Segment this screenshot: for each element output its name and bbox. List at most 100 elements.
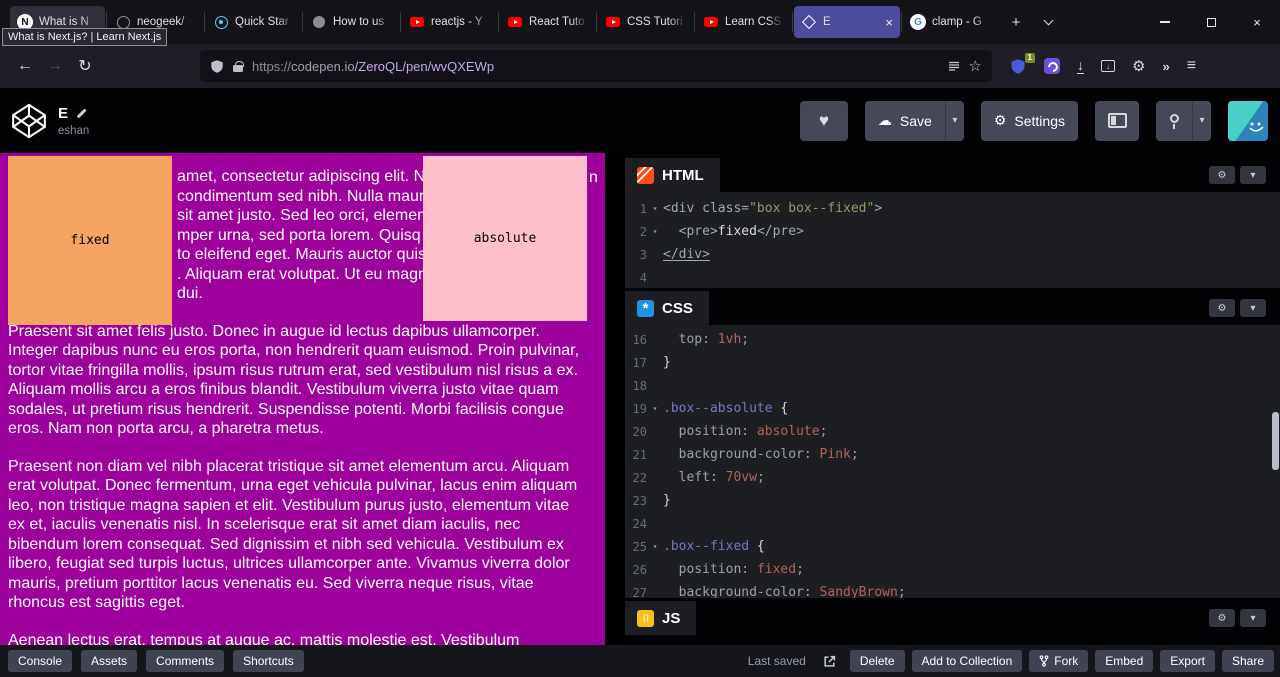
fold-arrow[interactable]: ▾ [647, 542, 663, 551]
fold-arrow[interactable]: ▾ [647, 404, 663, 413]
line-number: 1 [625, 202, 647, 216]
edit-title-pencil-icon[interactable] [77, 108, 87, 118]
save-dropdown-button[interactable]: ▾ [945, 101, 964, 141]
tab-list-button[interactable] [1035, 9, 1061, 35]
code-text: } [663, 493, 671, 508]
line-number: 3 [625, 248, 647, 262]
split-gutter[interactable] [605, 153, 625, 645]
footer-button-label: Share [1232, 654, 1264, 668]
html-editor-collapse-button[interactable]: ▾ [1240, 166, 1266, 184]
forward-button[interactable]: → [40, 51, 70, 81]
code-text: <div class="box box--fixed"> [663, 201, 882, 216]
reload-button[interactable]: ↻ [70, 51, 100, 81]
footer-button-label: Embed [1105, 654, 1143, 668]
html-editor-tab[interactable]: HTML [625, 158, 720, 192]
tab-close-button[interactable]: × [883, 15, 893, 30]
tab-title: CSS Tutori [627, 16, 686, 28]
code-text: top: 1vh; [663, 332, 749, 347]
js-editor-collapse-button[interactable]: ▾ [1240, 609, 1266, 627]
user-avatar[interactable] [1228, 101, 1268, 141]
downloads-icon[interactable]: ↓ [1077, 58, 1084, 74]
css-code-area[interactable]: 16 top: 1vh;17}1819▾.box--absolute {20 p… [625, 325, 1280, 598]
save-button[interactable]: ☁ Save [865, 101, 945, 141]
code-line: 16 top: 1vh; [625, 328, 1280, 351]
code-line: 3 </div> [625, 243, 1280, 266]
window-maximize-button[interactable] [1188, 0, 1234, 44]
footer-comments-button[interactable]: Comments [146, 650, 224, 672]
ublock-extension-icon[interactable]: 1 [1010, 58, 1027, 75]
code-text: </div> [663, 247, 710, 262]
fold-arrow[interactable]: ▾ [647, 204, 663, 213]
pin-button[interactable] [1156, 101, 1192, 141]
browser-tab-5[interactable]: reactjs - Y [402, 6, 497, 38]
footer-console-button[interactable]: Console [8, 650, 72, 672]
browser-tab-9[interactable]: E× [794, 6, 900, 38]
fork-icon [1039, 655, 1049, 667]
window-minimize-button[interactable] [1142, 0, 1188, 44]
editor-scrollbar-thumb[interactable] [1272, 412, 1279, 470]
extension-box-icon[interactable]: ↓ [1101, 60, 1115, 72]
codepen-logo[interactable] [10, 102, 48, 140]
code-line: 25▾.box--fixed { [625, 535, 1280, 558]
footer-assets-button[interactable]: Assets [81, 650, 137, 672]
text-line: Integer dapibus nunc eu eros porta, non … [8, 341, 595, 361]
css-editor-settings-button[interactable]: ⚙ [1209, 299, 1235, 317]
settings-button[interactable]: ⚙ Settings [981, 101, 1078, 141]
window-close-button[interactable]: × [1234, 0, 1280, 44]
footer-embed-button[interactable]: Embed [1095, 650, 1153, 672]
text-line: mauris, pretium porttitor lacus venenati… [8, 574, 595, 594]
back-button[interactable]: ← [10, 51, 40, 81]
footer-add-to-collection-button[interactable]: Add to Collection [912, 650, 1023, 672]
browser-tab-6[interactable]: React Tuto [500, 6, 595, 38]
new-tab-button[interactable]: + [1003, 9, 1029, 35]
js-editor-tab[interactable]: ( )JS [625, 601, 696, 635]
css-editor-tab[interactable]: *CSS [625, 291, 709, 325]
like-button[interactable]: ♥ [800, 101, 848, 141]
browser-tab-8[interactable]: Learn CSS [696, 6, 791, 38]
tab-title: Learn CSS [725, 16, 784, 28]
pen-author: eshan [58, 125, 89, 137]
css-editor-collapse-button[interactable]: ▾ [1240, 299, 1266, 317]
toolbar-overflow-icon[interactable]: » [1162, 59, 1169, 74]
pin-dropdown-button[interactable]: ▾ [1192, 101, 1211, 141]
url-text[interactable]: https://codepen.io/ZeroQL/pen/wvQXEWp [252, 59, 939, 74]
line-number: 16 [625, 333, 647, 347]
code-line: 20 position: absolute; [625, 420, 1280, 443]
footer-share-button[interactable]: Share [1222, 650, 1274, 672]
html-code-area[interactable]: 1▾<div class="box box--fixed">2▾ <pre>fi… [625, 192, 1280, 288]
hamburger-menu-icon[interactable]: ≡ [1187, 57, 1196, 75]
browser-tab-7[interactable]: CSS Tutori [598, 6, 693, 38]
tracking-protection-shield-icon[interactable] [210, 59, 224, 74]
change-view-button[interactable] [1095, 101, 1139, 141]
footer-button-label: Fork [1054, 654, 1078, 668]
footer-fork-button[interactable]: Fork [1029, 650, 1088, 672]
html-editor-settings-button[interactable]: ⚙ [1209, 166, 1235, 184]
paragraph-2: Praesent sit amet felis justo. Donec in … [8, 322, 595, 439]
url-bar[interactable]: https://codepen.io/ZeroQL/pen/wvQXEWp ☆ [200, 50, 992, 82]
browser-tab-3[interactable]: Quick Star [206, 6, 301, 38]
html-icon [637, 167, 654, 184]
text-line: libero, feugiat sed turpis luctus, ultri… [8, 554, 595, 574]
code-line: 1▾<div class="box box--fixed"> [625, 197, 1280, 220]
bookmark-star-icon[interactable]: ☆ [969, 57, 982, 75]
gray-favicon [311, 14, 327, 30]
open-live-view-button[interactable] [817, 651, 843, 671]
fold-arrow[interactable]: ▾ [647, 227, 663, 236]
lock-icon[interactable] [233, 65, 243, 72]
code-line: 2▾ <pre>fixed</pre> [625, 220, 1280, 243]
footer-bar: ConsoleAssetsCommentsShortcuts Last save… [0, 645, 1280, 677]
footer-export-button[interactable]: Export [1160, 650, 1215, 672]
text-line: tortor vitae fringilla mollis, ipsum ris… [8, 361, 595, 381]
browser-tab-10[interactable]: Gclamp - G [903, 6, 998, 38]
footer-shortcuts-button[interactable]: Shortcuts [233, 650, 304, 672]
extension-gear-icon[interactable]: ⚙ [1132, 57, 1145, 75]
tab-separator [694, 12, 695, 32]
reader-mode-icon[interactable] [948, 60, 960, 73]
code-text: background-color: Pink; [663, 447, 859, 462]
js-editor-settings-button[interactable]: ⚙ [1209, 609, 1235, 627]
browser-tab-4[interactable]: How to us [304, 6, 399, 38]
code-line: 21 background-color: Pink; [625, 443, 1280, 466]
code-line: 27 background-color: SandyBrown; [625, 581, 1280, 598]
footer-delete-button[interactable]: Delete [850, 650, 905, 672]
purple-extension-icon[interactable] [1044, 58, 1060, 74]
